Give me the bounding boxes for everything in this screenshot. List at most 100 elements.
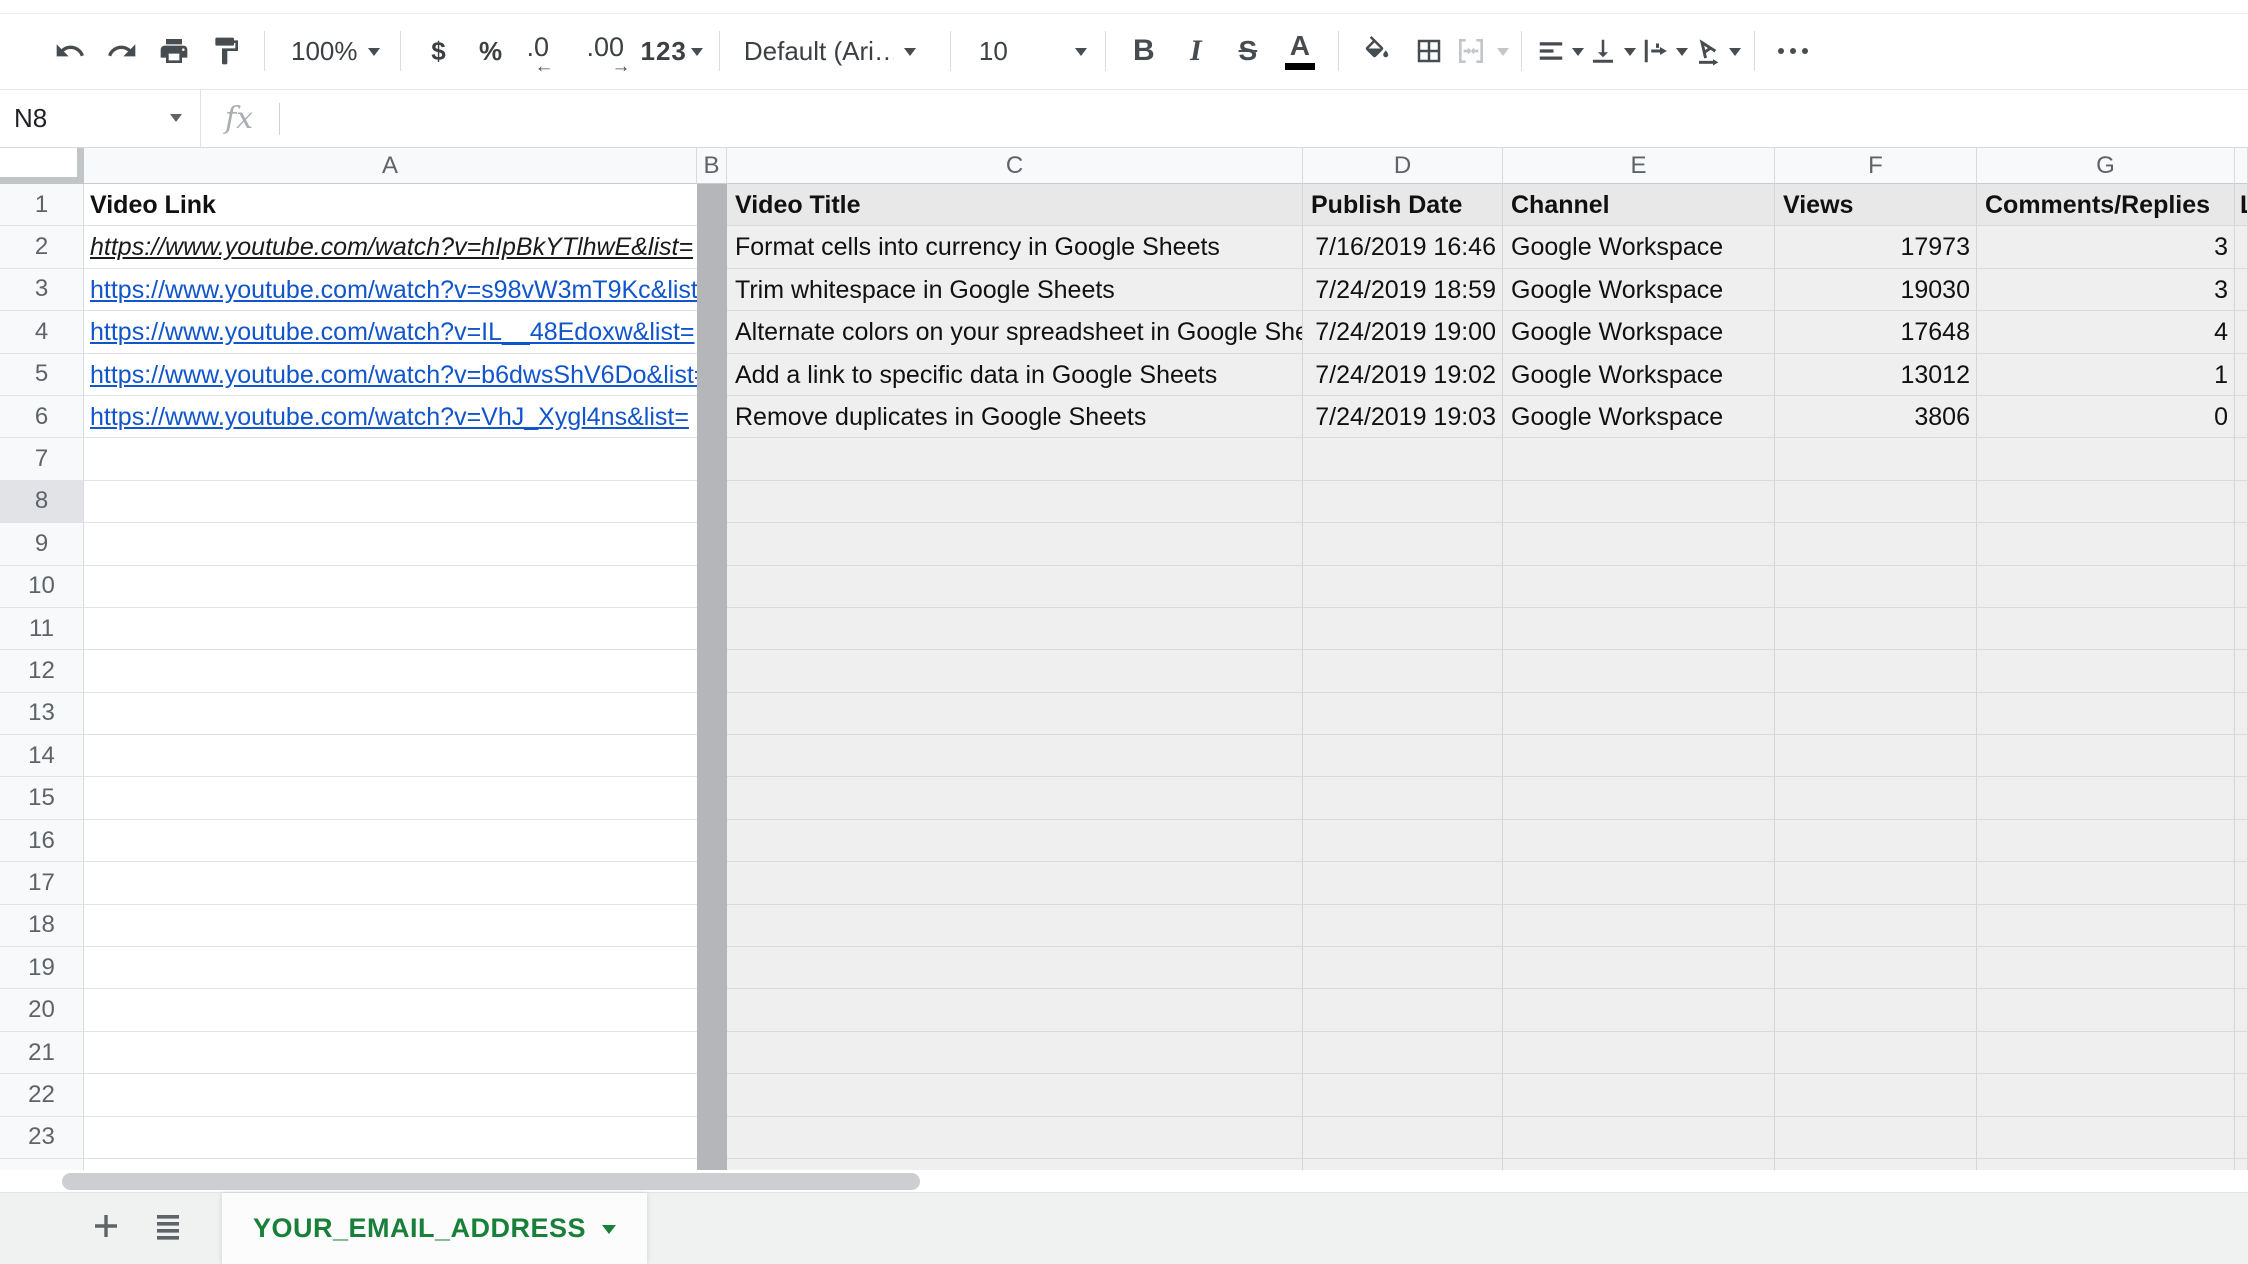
cell-G8[interactable] [1977,481,2235,523]
row-header-8[interactable]: 8 [0,481,84,523]
cell-D12[interactable] [1303,650,1503,692]
cell-B20[interactable] [697,989,727,1031]
cell-G23[interactable] [1977,1117,2235,1159]
cell-C20[interactable] [727,989,1303,1031]
cell-D16[interactable] [1303,820,1503,862]
cell-F15[interactable] [1775,777,1977,819]
cell-F8[interactable] [1775,481,1977,523]
paint-format-button[interactable] [200,24,252,78]
fill-color-button[interactable] [1351,24,1403,78]
cell-E12[interactable] [1503,650,1775,692]
cell-D1[interactable]: Publish Date [1303,184,1503,226]
cell-A1[interactable]: Video Link [84,184,697,226]
cell-A17[interactable] [84,862,697,904]
cell-G24[interactable] [1977,1159,2235,1170]
cell-A6[interactable]: https://www.youtube.com/watch?v=VhJ_Xygl… [84,396,697,438]
cell-D4[interactable]: 7/24/2019 19:00 [1303,311,1503,353]
add-sheet-button[interactable] [84,1202,128,1256]
cell-E14[interactable] [1503,735,1775,777]
cell-B23[interactable] [697,1117,727,1159]
vertical-align-button[interactable] [1586,24,1638,78]
cell-C21[interactable] [727,1032,1303,1074]
cell-E1[interactable]: Channel [1503,184,1775,226]
cell-D20[interactable] [1303,989,1503,1031]
cell-D21[interactable] [1303,1032,1503,1074]
cell-A24[interactable] [84,1159,697,1170]
cell-B13[interactable] [697,693,727,735]
cell-B1[interactable] [697,184,727,226]
cell-A23[interactable] [84,1117,697,1159]
column-header-B[interactable]: B [697,148,727,184]
cell-H24[interactable] [2235,1159,2248,1170]
cell-C5[interactable]: Add a link to specific data in Google Sh… [727,354,1303,396]
cell-E15[interactable] [1503,777,1775,819]
cell-H21[interactable] [2235,1032,2248,1074]
cell-F21[interactable] [1775,1032,1977,1074]
cell-C16[interactable] [727,820,1303,862]
cell-E16[interactable] [1503,820,1775,862]
cell-A15[interactable] [84,777,697,819]
text-wrap-button[interactable] [1638,24,1690,78]
sheet-tab-active[interactable]: YOUR_EMAIL_ADDRESS [222,1193,647,1264]
cell-H10[interactable] [2235,566,2248,608]
cell-H3[interactable] [2235,269,2248,311]
cell-C10[interactable] [727,566,1303,608]
cell-B14[interactable] [697,735,727,777]
cell-F12[interactable] [1775,650,1977,692]
cell-H8[interactable] [2235,481,2248,523]
cell-G13[interactable] [1977,693,2235,735]
cell-E3[interactable]: Google Workspace [1503,269,1775,311]
cell-E13[interactable] [1503,693,1775,735]
cell-C12[interactable] [727,650,1303,692]
cell-B2[interactable] [697,226,727,268]
cell-E19[interactable] [1503,947,1775,989]
bold-button[interactable]: B [1118,24,1170,78]
cell-A12[interactable] [84,650,697,692]
cell-H16[interactable] [2235,820,2248,862]
cell-H4[interactable] [2235,311,2248,353]
cell-F22[interactable] [1775,1074,1977,1116]
cell-A18[interactable] [84,905,697,947]
more-formats-button[interactable]: 123 [637,24,707,78]
cell-E2[interactable]: Google Workspace [1503,226,1775,268]
cell-A22[interactable] [84,1074,697,1116]
cell-E10[interactable] [1503,566,1775,608]
cell-G5[interactable]: 1 [1977,354,2235,396]
cell-E21[interactable] [1503,1032,1775,1074]
cell-C9[interactable] [727,523,1303,565]
cell-A7[interactable] [84,438,697,480]
select-all-corner[interactable] [0,148,84,184]
cell-H12[interactable] [2235,650,2248,692]
video-link-A4[interactable]: https://www.youtube.com/watch?v=IL__48Ed… [90,318,695,346]
cell-G6[interactable]: 0 [1977,396,2235,438]
cell-H1[interactable]: L [2235,184,2248,226]
cell-B6[interactable] [697,396,727,438]
row-header-10[interactable]: 10 [0,566,84,608]
cell-B21[interactable] [697,1032,727,1074]
cell-C4[interactable]: Alternate colors on your spreadsheet in … [727,311,1303,353]
cell-A10[interactable] [84,566,697,608]
font-size-select[interactable]: 10 [963,24,1093,78]
strikethrough-button[interactable]: S [1222,24,1274,78]
column-header-D[interactable]: D [1303,148,1503,184]
cell-H20[interactable] [2235,989,2248,1031]
cell-C13[interactable] [727,693,1303,735]
cell-A5[interactable]: https://www.youtube.com/watch?v=b6dwsShV… [84,354,697,396]
borders-button[interactable] [1403,24,1455,78]
cell-C8[interactable] [727,481,1303,523]
video-link-A5[interactable]: https://www.youtube.com/watch?v=b6dwsShV… [90,361,697,389]
cell-F16[interactable] [1775,820,1977,862]
row-header-11[interactable]: 11 [0,608,84,650]
cell-C17[interactable] [727,862,1303,904]
cell-H2[interactable] [2235,226,2248,268]
cell-D7[interactable] [1303,438,1503,480]
row-header-19[interactable]: 19 [0,947,84,989]
cell-G1[interactable]: Comments/Replies [1977,184,2235,226]
cell-E8[interactable] [1503,481,1775,523]
cell-D2[interactable]: 7/16/2019 16:46 [1303,226,1503,268]
cell-D19[interactable] [1303,947,1503,989]
cell-C24[interactable] [727,1159,1303,1170]
cell-D9[interactable] [1303,523,1503,565]
horizontal-align-button[interactable] [1534,24,1586,78]
cell-E17[interactable] [1503,862,1775,904]
